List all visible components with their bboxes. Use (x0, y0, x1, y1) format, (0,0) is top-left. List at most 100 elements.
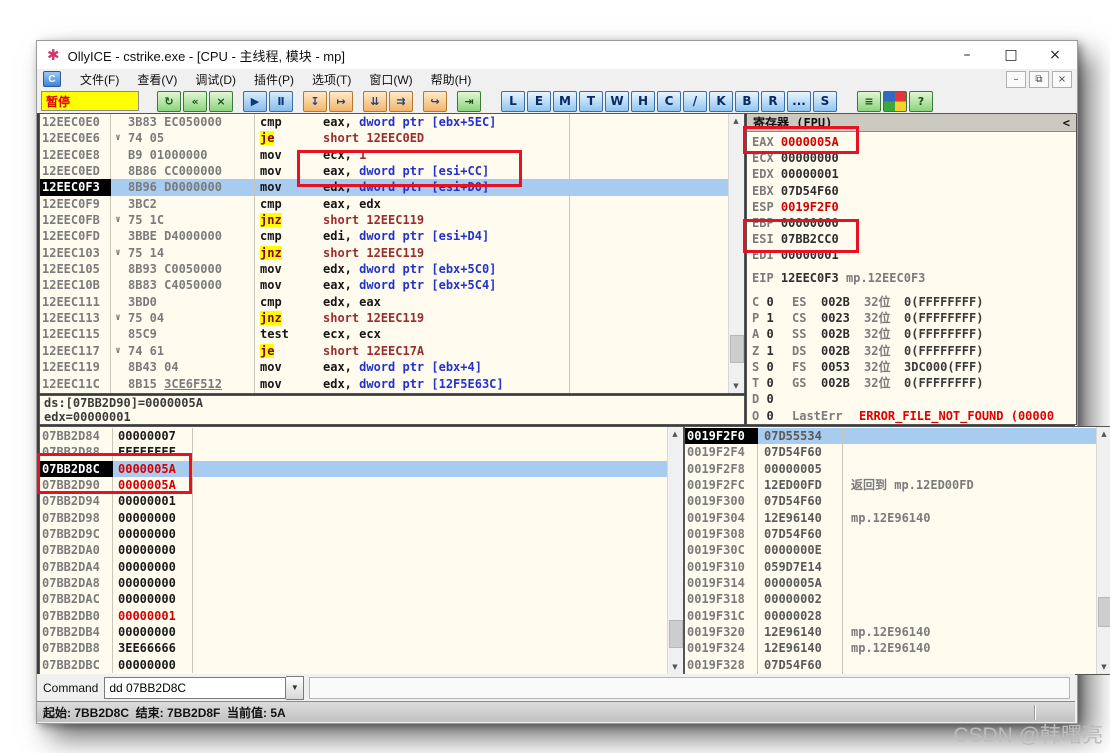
register-row[interactable]: EBP 00000000 (747, 215, 1076, 231)
stack-row[interactable]: 0019F2FC12ED00FD返回到 mp.12ED00FD (685, 477, 1097, 493)
stack-row[interactable]: 0019F31C00000028 (685, 608, 1097, 624)
stack-row[interactable]: 0019F32012E96140mp.12E96140 (685, 624, 1097, 640)
flag-row[interactable]: Z 1DS002B32位0(FFFFFFFF) (747, 343, 1076, 359)
register-row[interactable]: EBX 07D54F60 (747, 183, 1076, 199)
register-row[interactable]: EAX 0000005A (747, 134, 1076, 150)
close-program-button[interactable]: × (209, 91, 233, 112)
dump-row[interactable]: 07BB2D900000005A (40, 477, 668, 493)
maximize-button[interactable]: □ (989, 41, 1033, 69)
scroll-down-icon[interactable]: ▼ (729, 379, 743, 393)
menu-item[interactable]: 选项(T) (303, 71, 360, 89)
disasm-row[interactable]: 12EEC1113BD0cmpedx, eax (40, 294, 729, 310)
flag-row[interactable]: S 0FS005332位3DC000(FFF) (747, 359, 1076, 375)
pause-program-button[interactable]: Ⅱ (269, 91, 293, 112)
register-row-eip[interactable]: EIP 12EEC0F3 mp.12EEC0F3 (747, 270, 1076, 286)
disasm-row[interactable]: 12EEC117∨74 61jeshort 12EEC17A (40, 343, 729, 359)
dump-row[interactable]: 07BB2D8400000007 (40, 428, 668, 444)
stack-row[interactable]: 0019F30007D54F60 (685, 493, 1097, 509)
disasm-row[interactable]: 12EEC1228B93 90000000movedx, dword ptr [… (40, 392, 729, 393)
dump-row[interactable]: 07BB2DB400000000 (40, 624, 668, 640)
disasm-row[interactable]: 12EEC113∨75 04jnzshort 12EEC119 (40, 310, 729, 326)
dump-row[interactable]: 07BB2DBC00000000 (40, 657, 668, 673)
stack-scrollbar[interactable]: ▲ ▼ (1096, 427, 1110, 674)
view-memory-button[interactable]: M (553, 91, 577, 112)
view-run-trace-button[interactable]: ... (787, 91, 811, 112)
stack-row[interactable]: 0019F30C0000000E (685, 542, 1097, 558)
view-breakpoints-button[interactable]: B (735, 91, 759, 112)
disasm-row[interactable]: 12EEC0ED8B86 CC000000moveax, dword ptr [… (40, 163, 729, 179)
view-log-button[interactable]: L (501, 91, 525, 112)
command-input[interactable] (104, 677, 286, 699)
flag-row[interactable]: D 0 (747, 391, 1076, 407)
mdi-system-menu-icon[interactable]: C (43, 71, 61, 87)
step-over-button[interactable]: ↦ (329, 91, 353, 112)
open-file-button[interactable]: ↻ (157, 91, 181, 112)
stack-pane[interactable]: 0019F2F007D555340019F2F407D54F600019F2F8… (684, 426, 1110, 675)
stack-row[interactable]: 0019F32412E96140mp.12E96140 (685, 640, 1097, 656)
view-threads-button[interactable]: T (579, 91, 603, 112)
memory-dump-pane[interactable]: 07BB2D840000000707BB2D88FFFFFFFF07BB2D8C… (39, 426, 684, 675)
stack-row[interactable]: 0019F310059D7E14 (685, 559, 1097, 575)
stack-row[interactable]: 0019F30412E96140mp.12E96140 (685, 510, 1097, 526)
view-handles-button[interactable]: H (631, 91, 655, 112)
view-windows-button[interactable]: W (605, 91, 629, 112)
register-row[interactable]: EDX 00000001 (747, 166, 1076, 182)
disassembly-scrollbar[interactable]: ▲ ▼ (728, 114, 744, 393)
flag-row[interactable]: T 0GS002B32位0(FFFFFFFF) (747, 375, 1076, 391)
scroll-up-icon[interactable]: ▲ (1097, 427, 1110, 441)
menu-item[interactable]: 帮助(H) (422, 71, 481, 89)
view-references-button[interactable]: R (761, 91, 785, 112)
menu-item[interactable]: 窗口(W) (360, 71, 421, 89)
stack-row[interactable]: 0019F2F800000005 (685, 461, 1097, 477)
disasm-row[interactable]: 12EEC0E03B83 EC050000cmpeax, dword ptr [… (40, 114, 729, 130)
dump-row[interactable]: 07BB2DA000000000 (40, 542, 668, 558)
disasm-row[interactable]: 12EEC1198B43 04moveax, dword ptr [ebx+4] (40, 359, 729, 375)
register-row[interactable]: ESP 0019F2F0 (747, 199, 1076, 215)
dump-row[interactable]: 07BB2DAC00000000 (40, 591, 668, 607)
dump-row[interactable]: 07BB2D8C0000005A (40, 461, 668, 477)
close-button[interactable]: × (1033, 41, 1077, 69)
appearance-button[interactable] (883, 91, 907, 112)
disasm-row[interactable]: 12EEC11585C9testecx, ecx (40, 326, 729, 342)
disassembly-pane[interactable]: 12EEC0E03B83 EC050000cmpeax, dword ptr [… (39, 113, 745, 394)
go-to-address-button[interactable]: ⇥ (457, 91, 481, 112)
run-button[interactable]: ▶ (243, 91, 267, 112)
mdi-minimize-button[interactable]: – (1006, 71, 1026, 88)
menu-item[interactable]: 查看(V) (128, 71, 186, 89)
collapse-icon[interactable]: < (1063, 116, 1070, 130)
animate-over-button[interactable]: ⇉ (389, 91, 413, 112)
execute-till-return-button[interactable]: ↪ (423, 91, 447, 112)
stack-row[interactable]: 0019F2F407D54F60 (685, 444, 1097, 460)
view-executables-button[interactable]: E (527, 91, 551, 112)
disasm-row[interactable]: 12EEC0E6∨74 05jeshort 12EEC0ED (40, 130, 729, 146)
dump-scrollbar[interactable]: ▲ ▼ (667, 427, 683, 674)
dump-row[interactable]: 07BB2D9C00000000 (40, 526, 668, 542)
scrollbar-thumb[interactable] (1098, 597, 1110, 627)
disasm-row[interactable]: 12EEC103∨75 14jnzshort 12EEC119 (40, 245, 729, 261)
disasm-row[interactable]: 12EEC11C8B15 3CE6F512movedx, dword ptr [… (40, 376, 729, 392)
command-dropdown-icon[interactable]: ▼ (286, 676, 304, 700)
stack-row[interactable]: 0019F2F007D55534 (685, 428, 1097, 444)
menu-item[interactable]: 插件(P) (245, 71, 303, 89)
stack-row[interactable]: 0019F30807D54F60 (685, 526, 1097, 542)
menu-item[interactable]: 文件(F) (71, 71, 128, 89)
register-row[interactable]: ECX 00000000 (747, 150, 1076, 166)
dump-row[interactable]: 07BB2D9800000000 (40, 510, 668, 526)
menu-item[interactable]: 调试(D) (186, 71, 245, 89)
scroll-up-icon[interactable]: ▲ (668, 427, 682, 441)
register-row[interactable]: EDI 00000001 (747, 247, 1076, 263)
disasm-row[interactable]: 12EEC0E8B9 01000000movecx, 1 (40, 147, 729, 163)
dump-row[interactable]: 07BB2DA800000000 (40, 575, 668, 591)
disasm-row[interactable]: 12EEC1058B93 C0050000movedx, dword ptr [… (40, 261, 729, 277)
view-source-button[interactable]: S (813, 91, 837, 112)
flag-row[interactable]: C 0ES002B32位0(FFFFFFFF) (747, 294, 1076, 310)
mdi-restore-button[interactable]: ⧉ (1029, 71, 1049, 88)
registers-pane[interactable]: 寄存器 (FPU) < EAX 0000005AECX 00000000EDX … (746, 113, 1077, 425)
scrollbar-thumb[interactable] (669, 620, 683, 648)
dump-row[interactable]: 07BB2D88FFFFFFFF (40, 444, 668, 460)
help-button[interactable]: ? (909, 91, 933, 112)
mdi-close-button[interactable]: × (1052, 71, 1072, 88)
disasm-row[interactable]: 12EEC0FD3BBE D4000000cmpedi, dword ptr [… (40, 228, 729, 244)
animate-into-button[interactable]: ⇊ (363, 91, 387, 112)
stack-row[interactable]: 0019F31800000002 (685, 591, 1097, 607)
